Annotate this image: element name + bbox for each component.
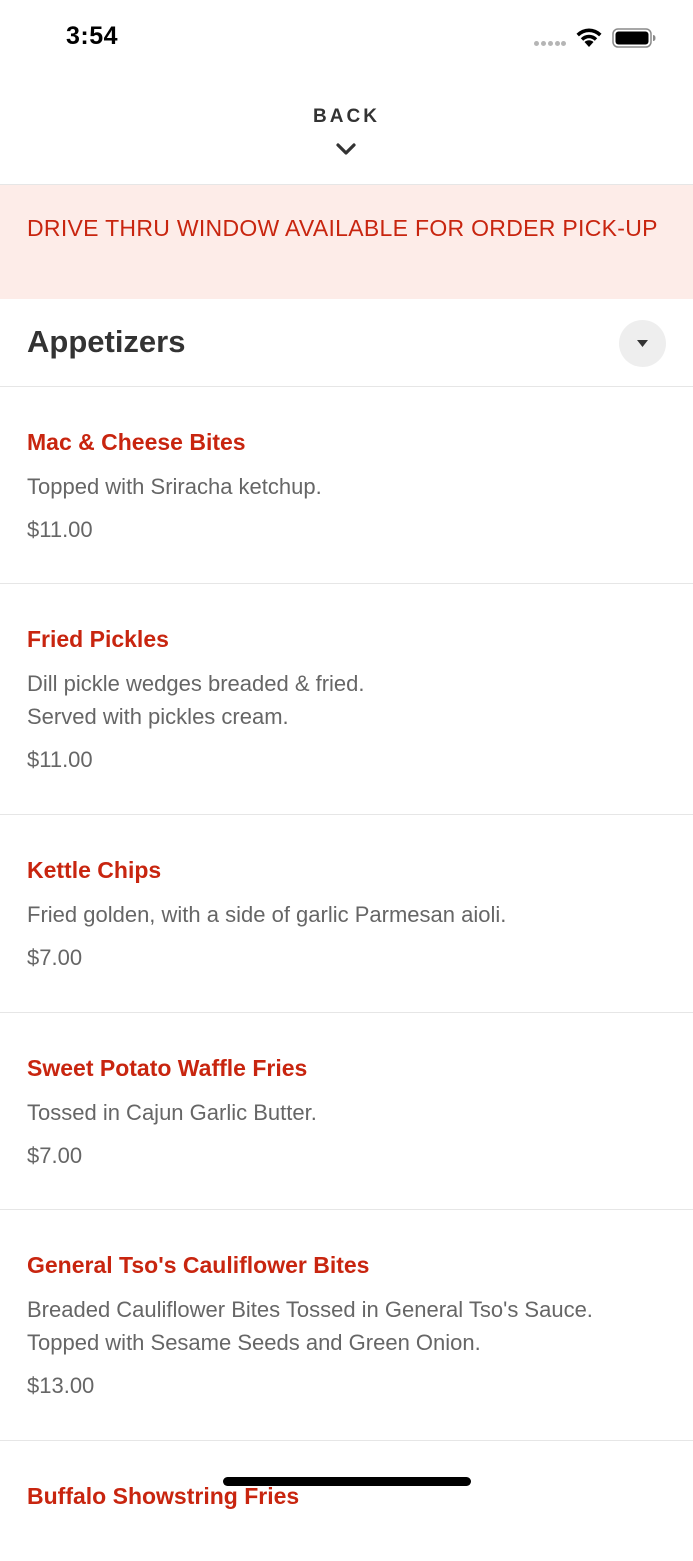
banner-text: DRIVE THRU WINDOW AVAILABLE FOR ORDER PI… [27, 215, 658, 241]
status-bar: 3:54 [0, 0, 693, 76]
item-price: $7.00 [27, 1143, 83, 1168]
wifi-icon [575, 26, 603, 48]
menu-item[interactable]: Sweet Potato Waffle Fries Tossed in Caju… [0, 1013, 693, 1210]
menu-item[interactable]: General Tso's Cauliflower Bites Breaded … [0, 1210, 693, 1441]
menu-item[interactable]: Kettle Chips Fried golden, with a side o… [0, 815, 693, 1013]
item-description: Fried golden, with a side of garlic Parm… [27, 902, 507, 927]
item-price: $7.00 [27, 945, 83, 970]
back-label: BACK [313, 106, 380, 127]
status-time: 3:54 [66, 22, 119, 50]
item-name: Kettle Chips [27, 857, 162, 883]
menu-item-list: Mac & Cheese Bites Topped with Sriracha … [0, 387, 693, 1561]
chevron-down-icon [335, 142, 357, 156]
item-price: $13.00 [27, 1373, 95, 1398]
caret-down-icon [637, 340, 648, 347]
menu-item[interactable]: Buffalo Showstring Fries [0, 1441, 693, 1561]
item-name: Mac & Cheese Bites [27, 429, 246, 455]
menu-item[interactable]: Fried Pickles Dill pickle wedges breaded… [0, 584, 693, 815]
back-button[interactable]: BACK [0, 76, 693, 185]
item-description: Breaded Cauliflower Bites Tossed in Gene… [27, 1297, 593, 1355]
battery-icon [612, 28, 656, 48]
item-name: Sweet Potato Waffle Fries [27, 1055, 308, 1081]
section-collapse-button[interactable] [619, 320, 666, 367]
item-description: Tossed in Cajun Garlic Butter. [27, 1100, 317, 1125]
drive-thru-banner: DRIVE THRU WINDOW AVAILABLE FOR ORDER PI… [0, 185, 693, 299]
item-description: Topped with Sriracha ketchup. [27, 474, 322, 499]
item-name: General Tso's Cauliflower Bites [27, 1252, 370, 1278]
item-description: Dill pickle wedges breaded & fried. Serv… [27, 671, 365, 729]
item-price: $11.00 [27, 517, 93, 542]
home-indicator[interactable] [223, 1477, 471, 1486]
section-title: Appetizers [27, 324, 186, 359]
item-price: $11.00 [27, 747, 93, 772]
cellular-signal-icon [534, 41, 566, 47]
menu-item[interactable]: Mac & Cheese Bites Topped with Sriracha … [0, 387, 693, 584]
item-name: Fried Pickles [27, 626, 169, 652]
section-header: Appetizers [0, 300, 693, 387]
